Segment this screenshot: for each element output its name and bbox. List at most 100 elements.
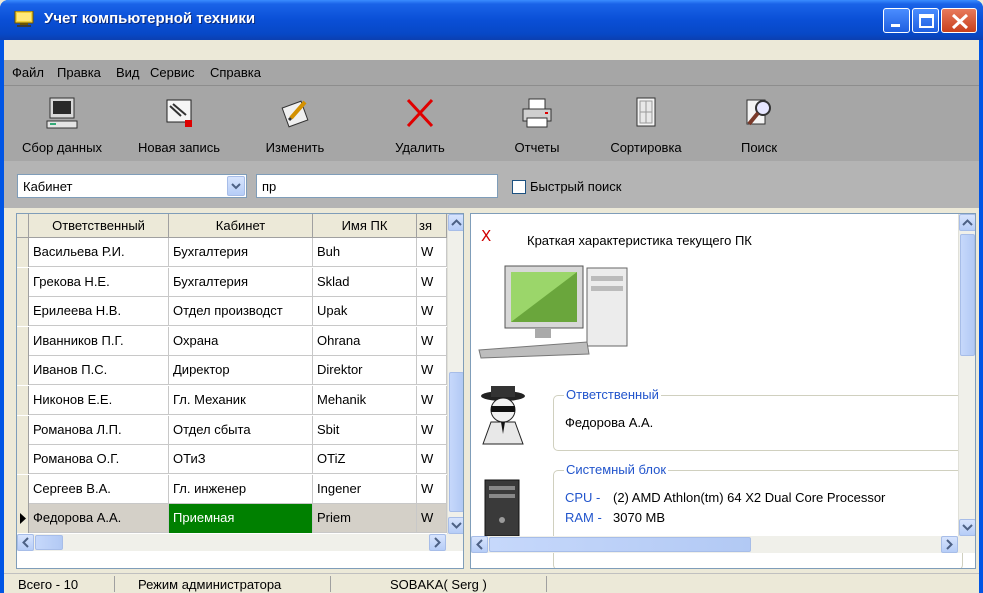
minimize-button[interactable] — [883, 8, 910, 33]
table-cell[interactable]: Direktor — [313, 356, 417, 386]
quick-search-checkbox[interactable] — [512, 180, 526, 194]
row-indicator[interactable] — [17, 445, 29, 475]
menu-edit[interactable]: Правка — [57, 65, 101, 80]
table-row[interactable]: Грекова Н.Е. Бухгалтерия Sklad W — [17, 267, 447, 297]
table-cell[interactable]: W — [417, 415, 447, 445]
table-row[interactable]: Романова Л.П. Отдел сбыта Sbit W — [17, 415, 447, 445]
table-cell[interactable]: Сергеев В.А. — [29, 474, 169, 504]
scroll-down-button[interactable] — [448, 517, 463, 534]
table-cell[interactable]: Романова О.Г. — [29, 445, 169, 475]
table-cell[interactable]: W — [417, 267, 447, 297]
menu-view[interactable]: Вид — [116, 65, 140, 80]
column-header-office[interactable]: Кабинет — [169, 214, 313, 238]
delete-button[interactable]: Удалить — [374, 92, 466, 158]
table-cell[interactable]: Гл. Механик — [169, 386, 313, 415]
menu-service[interactable]: Сервис — [150, 65, 195, 80]
close-panel-button[interactable]: X — [481, 227, 491, 245]
table-row[interactable]: Ерилеева Н.В. Отдел производст Upak W — [17, 297, 447, 327]
search-input[interactable] — [256, 174, 498, 198]
title-bar[interactable]: Учет компьютерной техники — [0, 0, 983, 40]
panel-hscroll-thumb[interactable] — [489, 537, 751, 552]
table-cell[interactable]: OTiZ — [313, 445, 417, 475]
table-cell[interactable]: W — [417, 386, 447, 415]
table-cell[interactable]: Никонов Е.Е. — [29, 386, 169, 415]
table-cell[interactable]: W — [417, 504, 447, 534]
table-row[interactable]: Иванов П.С. Директор Direktor W — [17, 356, 447, 386]
table-cell[interactable]: Отдел сбыта — [169, 415, 313, 445]
table-cell[interactable]: Иванов П.С. — [29, 356, 169, 386]
maximize-button[interactable] — [912, 8, 939, 33]
new-record-button[interactable]: Новая запись — [124, 92, 234, 158]
table-cell[interactable]: Директор — [169, 356, 313, 386]
table-cell[interactable]: Upak — [313, 297, 417, 327]
table-cell[interactable]: Приемная — [169, 504, 313, 534]
table-cell[interactable]: W — [417, 474, 447, 504]
table-cell[interactable]: Mehanik — [313, 386, 417, 415]
table-cell[interactable]: Ohrana — [313, 326, 417, 356]
table-cell[interactable]: Федорова А.А. — [29, 504, 169, 534]
table-cell[interactable]: Ingener — [313, 474, 417, 504]
table-cell[interactable]: Sbit — [313, 415, 417, 445]
table-cell[interactable]: Иванников П.Г. — [29, 326, 169, 356]
row-indicator[interactable] — [17, 504, 29, 534]
grid-vertical-scrollbar[interactable] — [447, 214, 463, 534]
collect-data-button[interactable]: Сбор данных — [4, 92, 120, 158]
row-indicator[interactable] — [17, 297, 29, 327]
edit-button[interactable]: Изменить — [252, 92, 338, 158]
menu-help[interactable]: Справка — [210, 65, 261, 80]
table-cell[interactable]: W — [417, 356, 447, 386]
panel-scroll-left-button[interactable] — [471, 536, 488, 553]
row-indicator[interactable] — [17, 386, 29, 415]
scroll-up-button[interactable] — [448, 214, 463, 231]
panel-scroll-right-button[interactable] — [941, 536, 958, 553]
scroll-thumb[interactable] — [449, 372, 463, 512]
table-cell[interactable]: Бухгалтерия — [169, 267, 313, 297]
table-cell[interactable]: Васильева Р.И. — [29, 238, 169, 267]
reports-button[interactable]: Отчеты — [496, 92, 578, 158]
column-header-responsible[interactable]: Ответственный — [29, 214, 169, 238]
table-cell[interactable]: Грекова Н.Е. — [29, 267, 169, 297]
panel-scroll-up-button[interactable] — [959, 214, 975, 231]
scroll-right-button[interactable] — [429, 534, 446, 551]
column-header-os[interactable]: зя — [417, 214, 447, 238]
column-header-pc-name[interactable]: Имя ПК — [313, 214, 417, 238]
table-cell[interactable]: Sklad — [313, 267, 417, 297]
close-button[interactable] — [941, 8, 977, 33]
table-cell[interactable]: W — [417, 326, 447, 356]
table-row[interactable]: Сергеев В.А. Гл. инженер Ingener W — [17, 474, 447, 504]
table-row[interactable]: Федорова А.А. Приемная Priem W — [17, 504, 447, 534]
row-indicator[interactable] — [17, 356, 29, 386]
quick-search-label[interactable]: Быстрый поиск — [530, 179, 622, 194]
table-row[interactable]: Никонов Е.Е. Гл. Механик Mehanik W — [17, 386, 447, 415]
row-indicator[interactable] — [17, 267, 29, 297]
hscroll-thumb[interactable] — [35, 535, 63, 550]
table-cell[interactable]: W — [417, 297, 447, 327]
panel-scroll-down-button[interactable] — [959, 519, 975, 536]
search-field-select[interactable]: Кабинет — [17, 174, 247, 198]
scroll-left-button[interactable] — [17, 534, 34, 551]
search-button[interactable]: Поиск — [728, 92, 790, 158]
sort-button[interactable]: Сортировка — [596, 92, 696, 158]
panel-scroll-thumb[interactable] — [960, 234, 975, 356]
grid-horizontal-scrollbar[interactable] — [17, 534, 463, 551]
table-row[interactable]: Васильева Р.И. Бухгалтерия Buh W — [17, 238, 447, 267]
table-cell[interactable]: W — [417, 445, 447, 475]
panel-vertical-scrollbar[interactable] — [958, 214, 975, 536]
table-cell[interactable]: W — [417, 238, 447, 267]
table-row[interactable]: Иванников П.Г. Охрана Ohrana W — [17, 326, 447, 356]
panel-horizontal-scrollbar[interactable] — [471, 536, 975, 553]
table-cell[interactable]: Романова Л.П. — [29, 415, 169, 445]
row-indicator[interactable] — [17, 474, 29, 504]
table-cell[interactable]: ОТиЗ — [169, 445, 313, 475]
table-cell[interactable]: Гл. инженер — [169, 474, 313, 504]
row-indicator[interactable] — [17, 238, 29, 267]
table-cell[interactable]: Охрана — [169, 326, 313, 356]
table-cell[interactable]: Бухгалтерия — [169, 238, 313, 267]
dropdown-button[interactable] — [227, 176, 245, 196]
table-row[interactable]: Романова О.Г. ОТиЗ OTiZ W — [17, 445, 447, 475]
table-cell[interactable]: Buh — [313, 238, 417, 267]
table-cell[interactable]: Ерилеева Н.В. — [29, 297, 169, 327]
row-indicator[interactable] — [17, 415, 29, 445]
menu-file[interactable]: Файл — [12, 65, 44, 80]
table-cell[interactable]: Priem — [313, 504, 417, 534]
